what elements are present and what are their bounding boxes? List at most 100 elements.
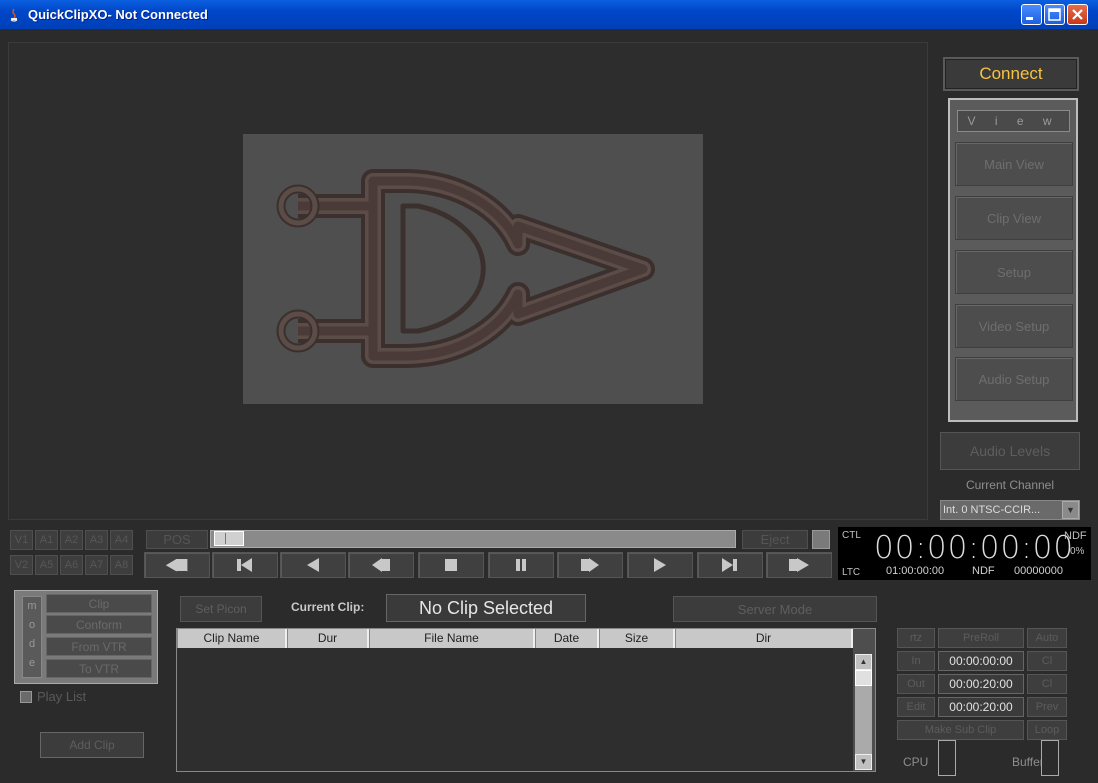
column-dir[interactable]: Dir — [675, 629, 853, 648]
current-channel-label: Current Channel — [965, 478, 1055, 492]
skip-to-start-button[interactable] — [212, 552, 278, 578]
view-group-label: V i e w — [957, 110, 1070, 132]
stop-icon — [445, 559, 457, 571]
track-a6[interactable]: A6 — [60, 555, 83, 575]
audio-setup-button[interactable]: Audio Setup — [955, 357, 1073, 401]
track-a4[interactable]: A4 — [110, 530, 133, 550]
set-picon-button[interactable]: Set Picon — [180, 596, 262, 622]
to-vtr-mode-button[interactable]: To VTR — [46, 659, 152, 678]
mode-letter: d — [28, 638, 36, 650]
column-clip-name[interactable]: Clip Name — [177, 629, 287, 648]
clear-out-button[interactable]: Cl — [1027, 674, 1067, 694]
scroll-thumb[interactable] — [855, 670, 872, 686]
rewind-button[interactable] — [144, 552, 210, 578]
from-vtr-mode-button[interactable]: From VTR — [46, 637, 152, 656]
clip-table-header: Clip Name Dur File Name Date Size Dir — [177, 629, 853, 648]
slider-thumb[interactable] — [214, 531, 244, 546]
column-dur[interactable]: Dur — [287, 629, 369, 648]
step-back-icon — [372, 558, 390, 572]
play-list-checkbox[interactable] — [20, 691, 32, 703]
make-sub-clip-button[interactable]: Make Sub Clip — [897, 720, 1024, 740]
connect-button[interactable]: Connect — [943, 57, 1079, 91]
add-clip-button[interactable]: Add Clip — [40, 732, 144, 758]
in-button[interactable]: In — [897, 651, 935, 671]
auto-button[interactable]: Auto — [1027, 628, 1067, 648]
step-forward-button[interactable] — [557, 552, 623, 578]
position-slider[interactable] — [210, 530, 736, 548]
eject-button[interactable]: Eject — [742, 530, 808, 549]
clip-view-button[interactable]: Clip View — [955, 196, 1073, 240]
skip-to-end-button[interactable] — [697, 552, 763, 578]
pause-button[interactable] — [488, 552, 554, 578]
track-v1[interactable]: V1 — [10, 530, 33, 550]
main-view-button[interactable]: Main View — [955, 142, 1073, 186]
ltc-value: 01:00:00:00 — [886, 565, 945, 577]
setup-button[interactable]: Setup — [955, 250, 1073, 294]
ndf-label: NDF — [1064, 530, 1087, 542]
server-mode-button[interactable]: Server Mode — [673, 596, 877, 622]
maximize-icon — [1048, 8, 1061, 21]
scroll-track[interactable] — [855, 686, 872, 754]
track-a1[interactable]: A1 — [35, 530, 58, 550]
scroll-up-icon[interactable]: ▲ — [855, 654, 872, 670]
track-a7[interactable]: A7 — [85, 555, 108, 575]
pause-icon — [516, 559, 526, 571]
mode-letter: o — [28, 619, 36, 631]
eject-indicator — [812, 530, 830, 549]
ctl-label: CTL — [842, 530, 861, 541]
edit-button[interactable]: Edit — [897, 697, 935, 717]
clip-mode-button[interactable]: Clip — [46, 594, 152, 613]
prev-button[interactable]: Prev — [1027, 697, 1067, 717]
conform-mode-button[interactable]: Conform — [46, 615, 152, 634]
track-v2[interactable]: V2 — [10, 555, 33, 575]
stop-button[interactable] — [418, 552, 484, 578]
mode-label: m o d e — [22, 596, 42, 678]
step-forward-icon — [581, 558, 599, 572]
clear-in-button[interactable]: Cl — [1027, 651, 1067, 671]
track-a8[interactable]: A8 — [110, 555, 133, 575]
close-button[interactable] — [1067, 4, 1088, 25]
in-timecode[interactable]: 00:00:00:00 — [938, 651, 1024, 671]
timecode-main: 00:00:00:00 — [874, 530, 1075, 566]
audio-levels-button[interactable]: Audio Levels — [940, 432, 1080, 470]
edit-timecode[interactable]: 00:00:20:00 — [938, 697, 1024, 717]
rewind-icon — [165, 558, 188, 572]
ltc-label: LTC — [842, 567, 861, 578]
reverse-play-button[interactable] — [280, 552, 346, 578]
buffer-meter — [1041, 740, 1059, 776]
scroll-down-icon[interactable]: ▼ — [855, 754, 872, 770]
rtz-button[interactable]: rtz — [897, 628, 935, 648]
out-timecode[interactable]: 00:00:20:00 — [938, 674, 1024, 694]
maximize-button[interactable] — [1044, 4, 1065, 25]
pos-label: POS — [146, 530, 208, 549]
minimize-button[interactable] — [1021, 4, 1042, 25]
timecode-display: CTL 00:00:00:00 NDF 0% LTC 01:00:00:00 N… — [838, 527, 1091, 580]
cpu-meter — [938, 740, 956, 776]
clip-table[interactable] — [176, 628, 876, 772]
track-a3[interactable]: A3 — [85, 530, 108, 550]
play-button[interactable] — [627, 552, 693, 578]
current-clip-label: Current Clip: — [291, 600, 365, 614]
track-a5[interactable]: A5 — [35, 555, 58, 575]
video-setup-button[interactable]: Video Setup — [955, 304, 1073, 348]
loop-button[interactable]: Loop — [1027, 720, 1067, 740]
skip-to-end-icon — [722, 558, 737, 572]
track-a2[interactable]: A2 — [60, 530, 83, 550]
mode-letter: m — [27, 600, 37, 612]
fast-forward-button[interactable] — [766, 552, 832, 578]
out-button[interactable]: Out — [897, 674, 935, 694]
buffer-label: Buffer — [1012, 755, 1044, 769]
logo-panel — [243, 134, 703, 404]
chevron-down-icon[interactable]: ▼ — [1062, 501, 1079, 519]
preroll-button[interactable]: PreRoll — [938, 628, 1024, 648]
channel-select[interactable]: Int. 0 NTSC-CCIR... — [940, 500, 1080, 520]
step-back-button[interactable] — [348, 552, 414, 578]
column-size[interactable]: Size — [599, 629, 675, 648]
current-clip-value: No Clip Selected — [386, 594, 586, 622]
column-date[interactable]: Date — [535, 629, 599, 648]
d-arrow-logo-icon — [276, 169, 655, 368]
mode-letter: e — [28, 657, 36, 669]
java-icon — [10, 8, 18, 22]
column-file-name[interactable]: File Name — [369, 629, 535, 648]
ltc-ndf: NDF — [972, 565, 995, 577]
